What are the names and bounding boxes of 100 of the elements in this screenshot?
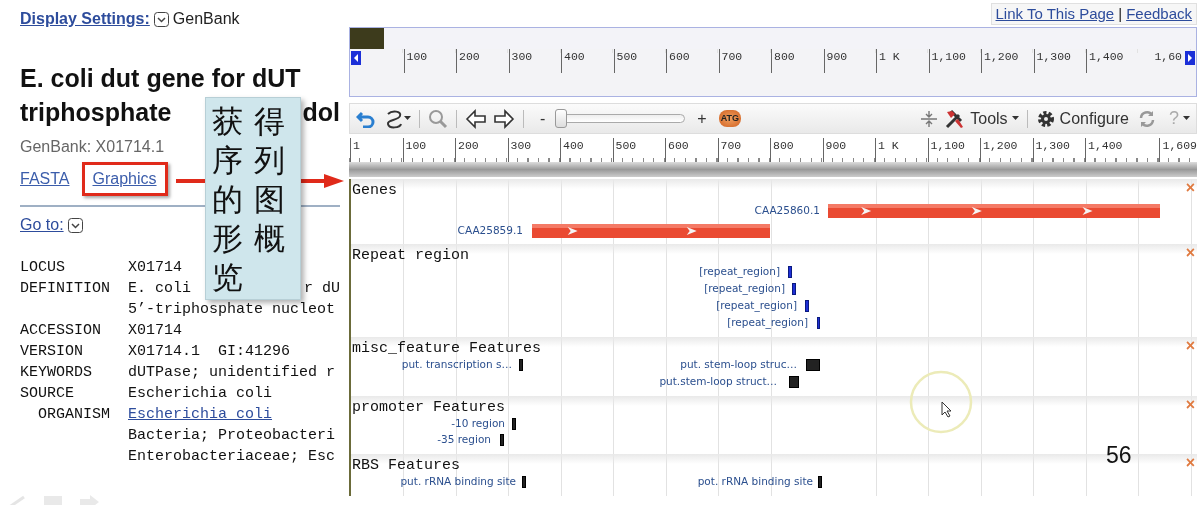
field-label: ACCESSION: [20, 322, 101, 339]
tick-label: 600: [669, 50, 690, 63]
feature-label[interactable]: CAA25859.1: [457, 224, 523, 237]
format-link[interactable]: FASTA: [20, 167, 70, 191]
tick-label: 1,200: [984, 50, 1019, 63]
tick-label: 400: [564, 50, 585, 63]
dropdown-icon[interactable]: [153, 11, 169, 27]
feature-mark[interactable]: [806, 359, 820, 371]
feature-label[interactable]: -35 region: [437, 433, 491, 446]
organism-link[interactable]: Escherichia coli: [128, 404, 273, 425]
page-title: triphosphate: [20, 97, 172, 128]
tick-label: 200: [458, 139, 479, 152]
tick-label: 800: [773, 139, 794, 152]
tick-label: 1,609: [1162, 139, 1197, 152]
feature-label[interactable]: put. stem-loop struc…: [680, 358, 797, 371]
tick-label: 500: [615, 139, 637, 152]
left-arrow-icon[interactable]: [465, 108, 487, 129]
feature-label[interactable]: [repeat_region]: [699, 265, 780, 278]
dropdown-icon[interactable]: [67, 217, 83, 233]
tick-label: 700: [720, 139, 742, 152]
scroll-bar[interactable]: [349, 162, 1197, 177]
tick-label: 1,100: [930, 139, 965, 152]
tick-label: 1,60: [1154, 50, 1182, 63]
field-label: DEFINITION: [20, 280, 110, 297]
field-value: Escherichia coli: [128, 384, 273, 404]
gear-icon: [1035, 108, 1056, 129]
gene-bar[interactable]: [828, 204, 1160, 218]
undo-icon[interactable]: [356, 109, 376, 128]
tick-label: 400: [563, 139, 584, 152]
format-link[interactable]: Graphics: [81, 162, 168, 196]
repeat-mark[interactable]: [792, 283, 796, 295]
selection-tool-button[interactable]: [384, 108, 411, 129]
zoom-in-button[interactable]: +: [697, 106, 707, 131]
feature-label[interactable]: [repeat_region]: [704, 282, 785, 295]
scroll-right-icon[interactable]: [1185, 51, 1195, 65]
track-title: Repeat region: [352, 246, 470, 266]
collapse-icon[interactable]: [920, 109, 939, 128]
repeat-mark[interactable]: [788, 266, 792, 278]
go-to-link[interactable]: Go to:: [20, 213, 64, 237]
page-link[interactable]: Link To This Page: [995, 4, 1115, 24]
zoom-slider[interactable]: [555, 108, 686, 129]
separator: |: [1118, 4, 1123, 24]
page-title: dol: [302, 97, 340, 128]
field-value: E. coli: [128, 279, 191, 299]
feature-label[interactable]: -10 region: [451, 417, 505, 430]
tick-label: 200: [459, 50, 480, 63]
feature-label[interactable]: [repeat_region]: [716, 299, 797, 312]
feature-mark[interactable]: [500, 434, 504, 446]
page-link[interactable]: Feedback: [1126, 4, 1192, 24]
feature-mark[interactable]: [789, 376, 799, 388]
track-title: RBS Features: [352, 456, 461, 476]
search-icon[interactable]: [428, 108, 448, 129]
tick-label: 300: [511, 50, 533, 63]
field-label: SOURCE: [20, 385, 74, 402]
field-value: X01714: [128, 258, 182, 278]
tick-label: 1,200: [983, 139, 1018, 152]
feature-label[interactable]: [repeat_region]: [727, 316, 808, 329]
tick-label: 900: [826, 50, 848, 63]
repeat-mark[interactable]: [817, 317, 820, 329]
feature-mark[interactable]: [512, 418, 516, 430]
field-value: X01714: [128, 321, 182, 341]
feature-mark[interactable]: [818, 476, 822, 488]
display-settings-link[interactable]: Display Settings:: [20, 7, 150, 31]
tools-menu[interactable]: Tools: [944, 106, 1019, 131]
feature-label[interactable]: put.stem-loop struct…: [659, 375, 777, 388]
feature-label[interactable]: pot. rRNA binding site: [697, 475, 813, 488]
tick-label: 1,100: [931, 50, 966, 63]
refresh-icon[interactable]: [1137, 108, 1157, 129]
tick-label: 800: [774, 50, 795, 63]
field-value: X01714.1 GI:41296: [128, 342, 291, 362]
tick-label: 1: [353, 139, 360, 152]
feature-label[interactable]: CAA25860.1: [754, 204, 820, 217]
accession-label: GenBank: X01714.1: [20, 137, 166, 157]
cursor-highlight: [908, 369, 974, 435]
track-title: Genes: [352, 181, 397, 201]
scroll-left-icon[interactable]: [351, 51, 361, 65]
track-title: promoter Features: [352, 398, 506, 418]
feature-mark[interactable]: [522, 476, 526, 488]
field-label: ORGANISM: [37, 406, 110, 423]
tick-label: 1 K: [878, 139, 899, 152]
track-title: misc_feature Features: [352, 339, 542, 359]
zoom-out-button[interactable]: -: [540, 106, 546, 131]
feature-label[interactable]: put. rRNA binding site: [400, 475, 516, 488]
slider-thumb[interactable]: [555, 108, 568, 128]
gene-bar[interactable]: [532, 224, 770, 238]
repeat-mark[interactable]: [805, 300, 809, 312]
format-label: GenBank: [172, 9, 240, 29]
caret-icon: [1183, 116, 1190, 121]
slide-number: 56: [1106, 441, 1132, 470]
field-value: Bacteria; Proteobacteri: [128, 426, 336, 446]
feature-label[interactable]: put. transcription s…: [401, 358, 512, 371]
sequence-button[interactable]: ATG: [718, 109, 741, 128]
field-value: 5’-triphosphate nucleot: [128, 300, 336, 320]
tick-label: 1,400: [1089, 50, 1124, 63]
right-arrow-icon[interactable]: [493, 108, 515, 129]
configure-button[interactable]: Configure: [1035, 106, 1129, 131]
field-value: r dU: [304, 279, 340, 299]
feature-mark[interactable]: [519, 359, 523, 371]
tick-label: 600: [668, 139, 689, 152]
field-label: KEYWORDS: [20, 364, 92, 381]
